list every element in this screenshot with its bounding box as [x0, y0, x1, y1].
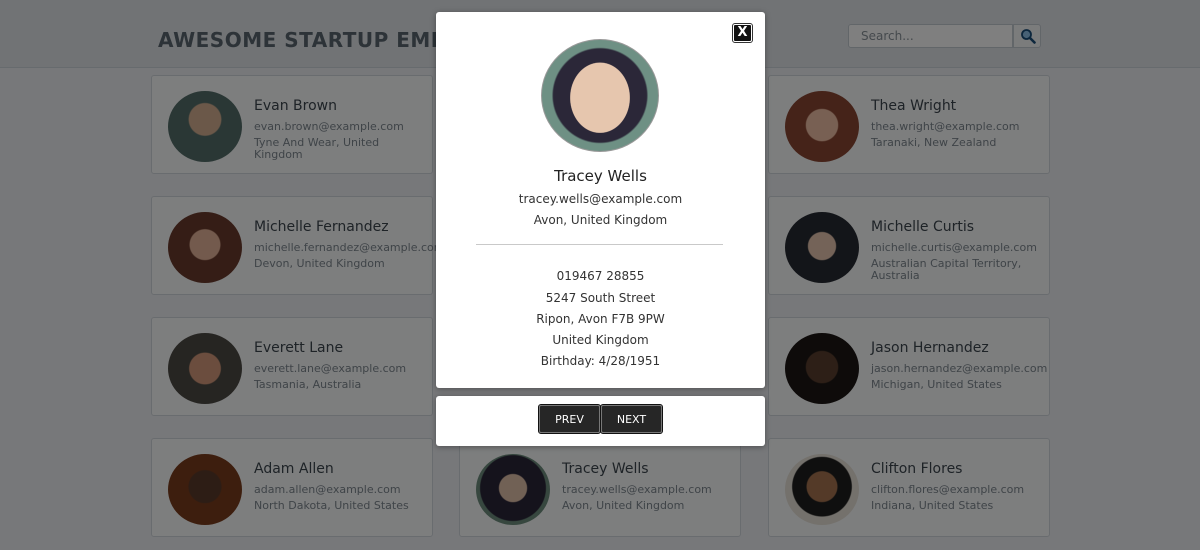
modal-city: Ripon, Avon F7B 9PW — [536, 312, 665, 326]
close-button[interactable]: X — [732, 23, 753, 43]
prev-button[interactable]: PREV — [538, 404, 601, 434]
employee-modal: X Tracey Wells tracey.wells@example.com … — [436, 12, 765, 388]
modal-location: Avon, United Kingdom — [533, 213, 668, 227]
modal-email: tracey.wells@example.com — [518, 192, 683, 206]
next-button[interactable]: NEXT — [600, 404, 663, 434]
modal-birthday: Birthday: 4/28/1951 — [540, 354, 661, 368]
modal-phone: 019467 28855 — [556, 269, 645, 283]
modal-divider — [476, 244, 723, 245]
modal-name: Tracey Wells — [554, 167, 647, 185]
close-icon: X — [737, 25, 748, 40]
modal-nav: PREV NEXT — [436, 396, 765, 446]
modal-country: United Kingdom — [552, 333, 649, 347]
modal-avatar — [541, 39, 659, 152]
modal-street: 5247 South Street — [545, 291, 656, 305]
